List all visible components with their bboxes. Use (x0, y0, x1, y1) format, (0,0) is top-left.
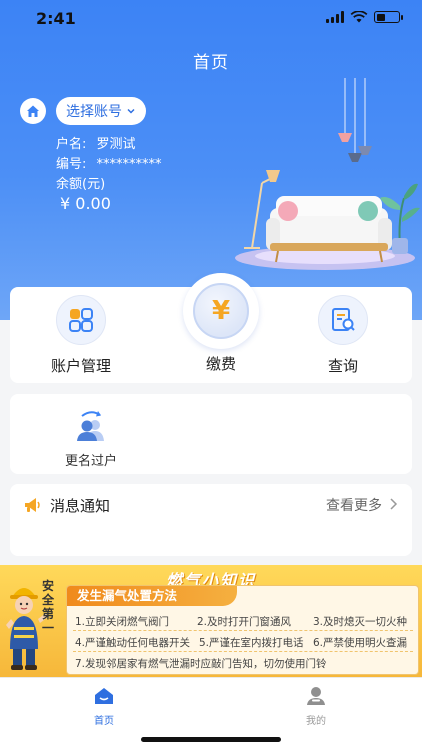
user-icon (307, 687, 325, 705)
status-bar: 2:41 (0, 0, 422, 36)
status-time: 2:41 (36, 9, 76, 28)
tip-4: 4.严谨触动任何电器开关 (75, 637, 191, 649)
account-name-value: 罗测试 (96, 137, 136, 152)
house-icon (27, 105, 39, 117)
account-number-value: ********** (96, 157, 162, 172)
account-number-label: 编号: (56, 157, 87, 172)
tip-2: 2.及时打开门窗通风 (197, 616, 292, 628)
banner-subtitle: 发生漏气处置方法 (67, 586, 237, 606)
tab-home[interactable]: 首页 (64, 686, 144, 727)
name-transfer-label: 更名过户 (64, 454, 117, 469)
home-badge (20, 98, 46, 124)
tip-7: 7.发现邻居家有燃气泄漏时应敲门告知，切勿使用门铃 (75, 658, 327, 670)
status-icons (326, 11, 403, 23)
balance-value: ¥ 0.00 (60, 194, 111, 213)
document-search-icon (318, 295, 368, 345)
transfer-card: 更名过户 (10, 394, 412, 474)
tip-divider (73, 651, 413, 652)
yuan-symbol: ¥ (211, 296, 231, 326)
name-transfer-button[interactable]: 更名过户 (46, 408, 136, 469)
safety-first-text: 安全第一 (42, 579, 55, 635)
account-name-row: 户名: 罗测试 (56, 133, 136, 152)
megaphone-icon (25, 498, 40, 512)
pay-button[interactable]: ¥ (183, 273, 259, 349)
banner-panel: 发生漏气处置方法 1.立即关闭燃气阀门 2.及时打开门窗通风 3.及时熄灭一切火… (66, 585, 419, 675)
account-management-label: 账户管理 (50, 357, 111, 375)
balance-label: 余额(元) (56, 177, 106, 192)
home-tab-icon (95, 688, 113, 704)
tip-5: 5.严谨在室内拨打电话 (199, 637, 304, 649)
function-card: 账户管理 ¥ 缴费 查询 (10, 273, 412, 383)
account-name-label: 户名: (56, 137, 87, 152)
tip-3: 3.及时熄灭一切火种 (313, 616, 408, 628)
wifi-icon (350, 11, 368, 23)
account-select-label: 选择账号 (66, 104, 122, 120)
account-management-button[interactable]: 账户管理 (26, 295, 136, 376)
signal-icon (326, 11, 344, 23)
gas-safety-banner[interactable]: 燃气小知识 安全第一 发生漏气处置方法 1.立即关闭燃气阀门 2.及时打开门窗通… (0, 565, 422, 677)
notice-title: 消息通知 (50, 497, 111, 515)
account-select-button[interactable]: 选择账号 (56, 97, 146, 125)
account-number-row: 编号: ********** (56, 153, 162, 172)
home-indicator (141, 737, 281, 742)
pay-label: 缴费 (205, 355, 236, 373)
tab-mine[interactable]: 我的 (276, 686, 356, 727)
query-button[interactable]: 查询 (288, 295, 398, 376)
page-title: 首页 (193, 53, 229, 73)
chevron-right-icon (390, 498, 398, 510)
notice-card: 消息通知 查看更多 (10, 484, 412, 556)
chevron-down-icon (127, 108, 135, 114)
view-more-link[interactable]: 查看更多 (326, 495, 382, 515)
yuan-icon: ¥ (193, 283, 249, 339)
living-room-illustration (235, 78, 420, 270)
query-label: 查询 (327, 357, 358, 375)
tip-1: 1.立即关闭燃气阀门 (75, 616, 170, 628)
battery-icon (374, 11, 403, 23)
tip-divider (73, 630, 413, 631)
tab-home-label: 首页 (94, 716, 114, 727)
grid-icon (56, 295, 106, 345)
user-transfer-icon (77, 411, 104, 441)
tab-mine-label: 我的 (306, 716, 326, 727)
tip-6: 6.严禁使用明火查漏 (313, 637, 408, 649)
